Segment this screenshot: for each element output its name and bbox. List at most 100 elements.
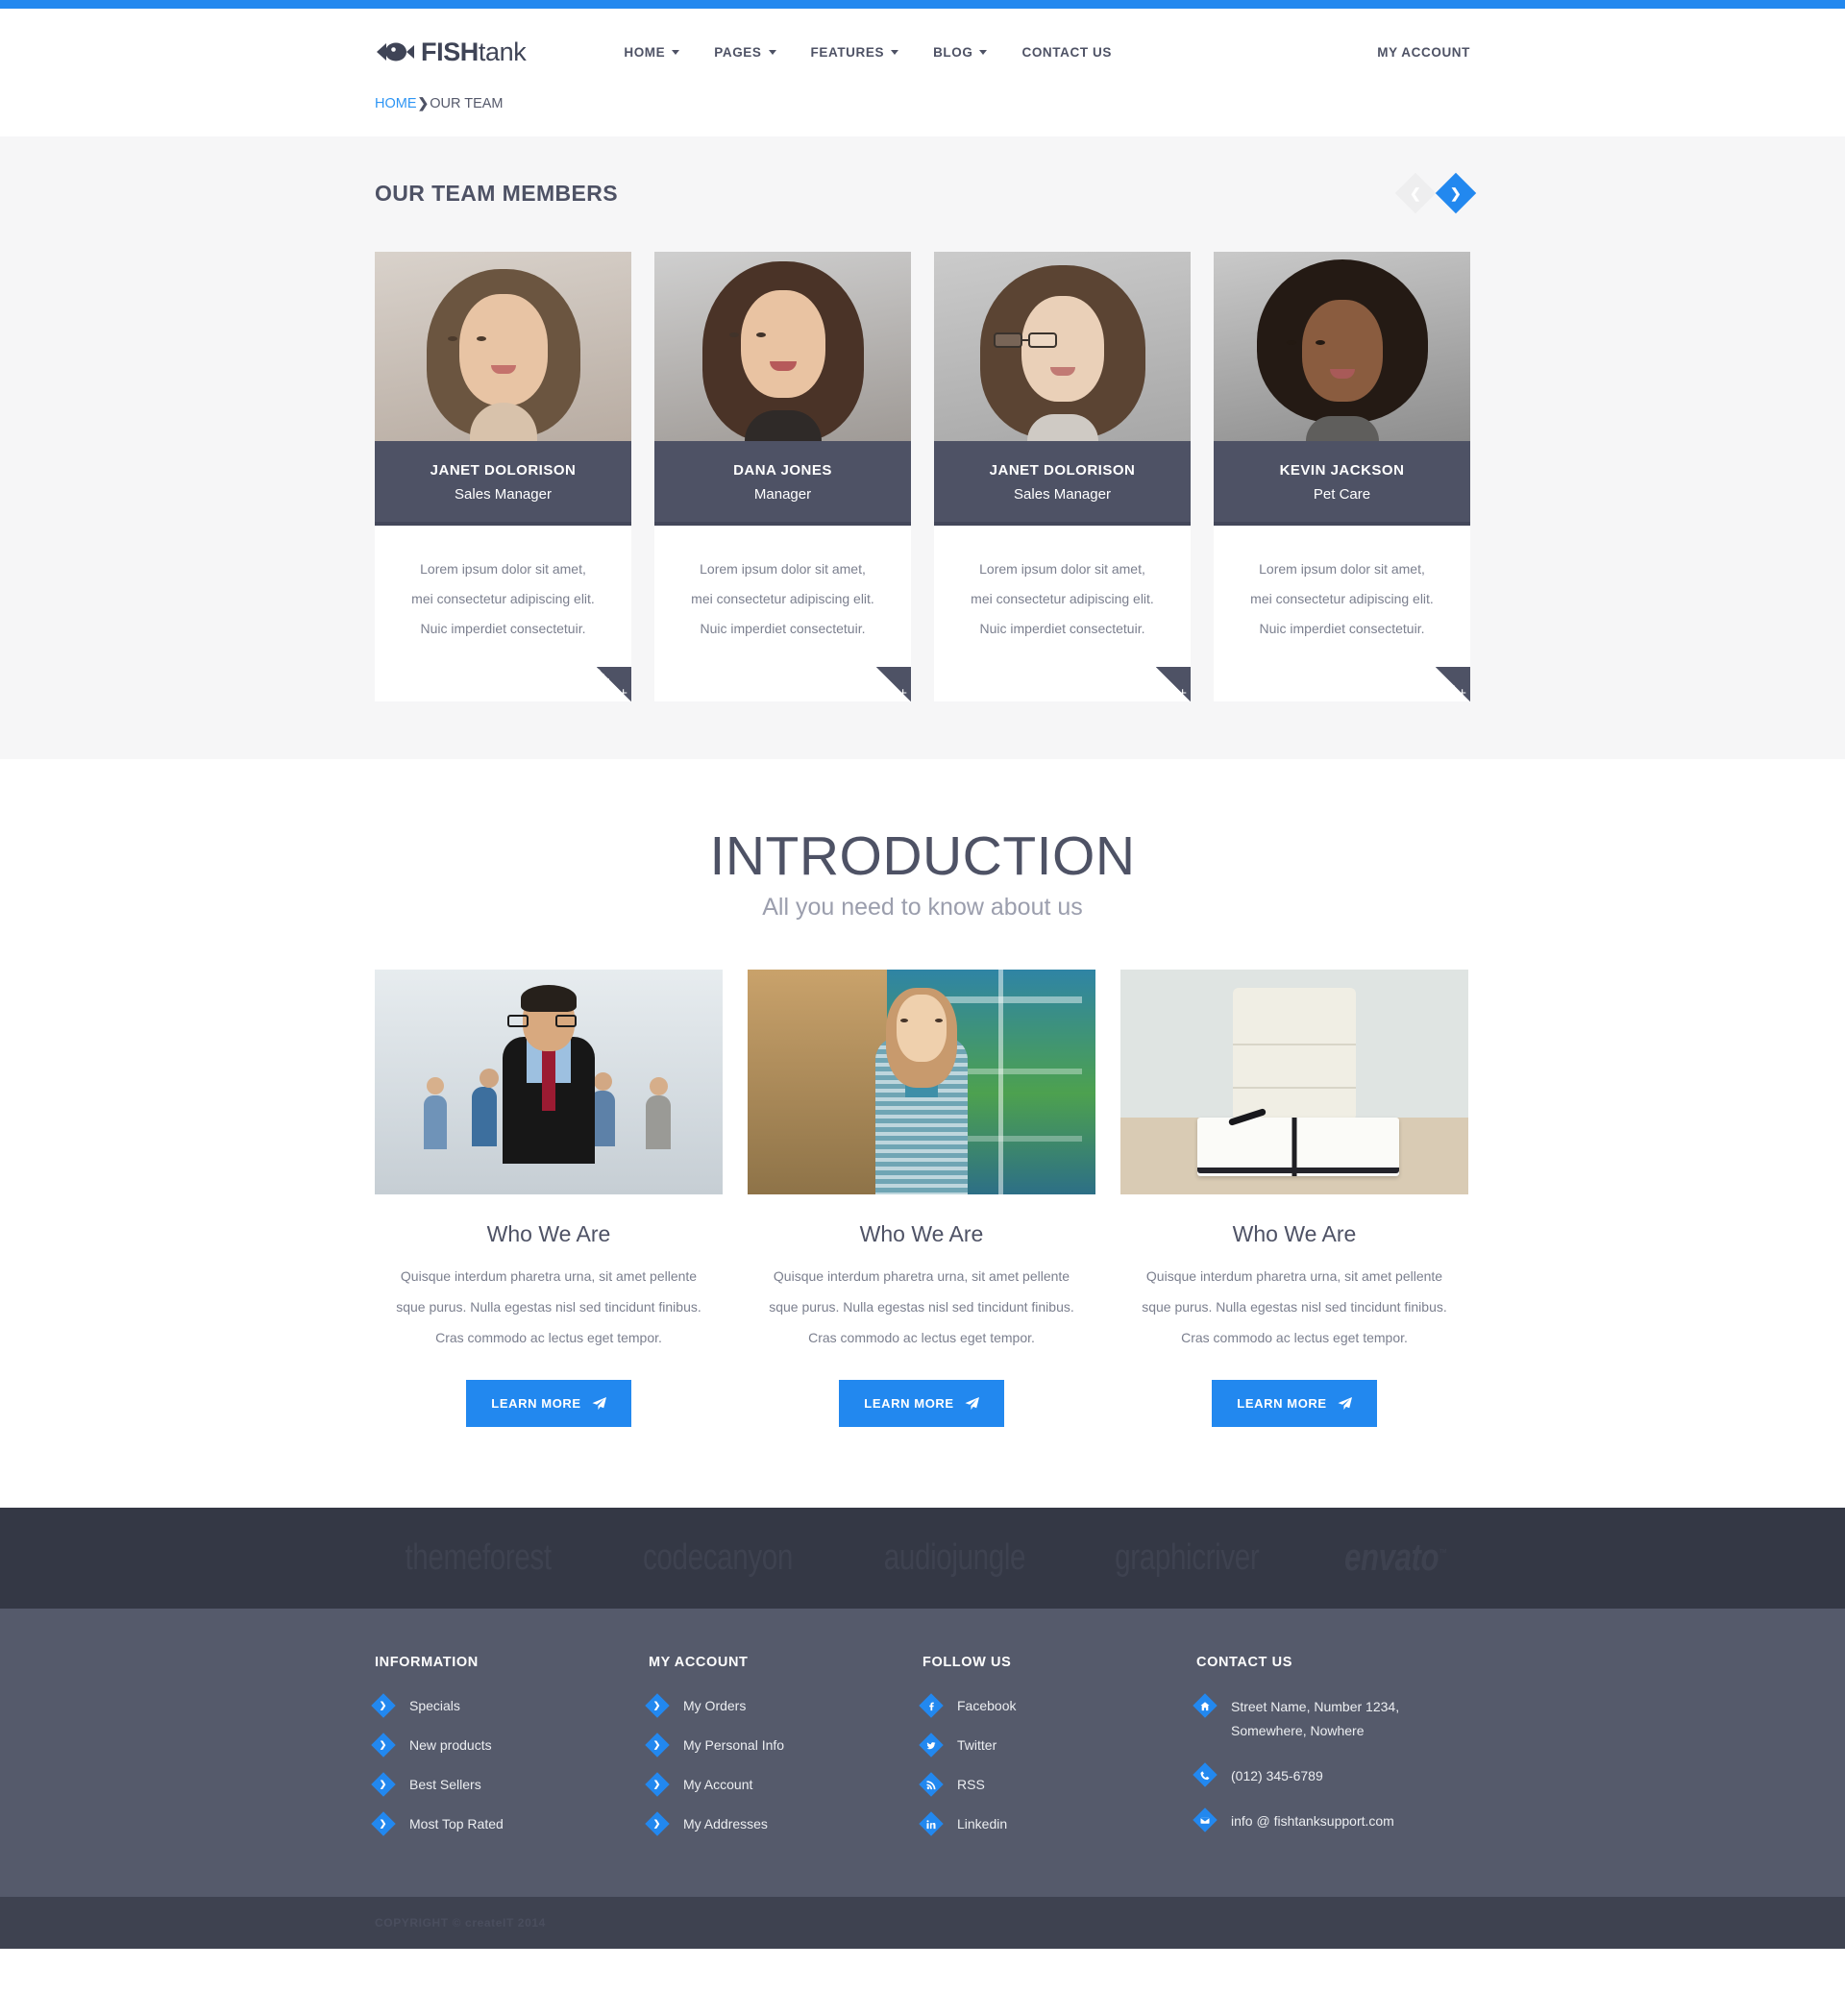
team-member-role: Manager: [753, 486, 812, 503]
team-member-photo: [934, 252, 1191, 441]
footer-contact-label: Street Name, Number 1234, Somewhere, Now…: [1231, 1698, 1400, 1738]
footer-column-title: FOLLOW US: [922, 1654, 1012, 1670]
brand-logo-themeforest[interactable]: themeforest: [405, 1537, 552, 1579]
team-member-card[interactable]: JANET DOLORISON Sales Manager Lorem ipsu…: [375, 252, 631, 701]
brand-logo-codecanyon[interactable]: codecanyon: [643, 1537, 793, 1579]
footer-link-best-sellers[interactable]: ❯ Best Sellers: [371, 1772, 649, 1797]
team-member-name: DANA JONES: [733, 462, 832, 479]
main-navigation: HOME PAGES FEATURES BLOG CONTACT US: [606, 45, 1129, 60]
nav-item-home[interactable]: HOME: [606, 45, 697, 60]
footer-contact-label: (012) 345-6789: [1231, 1767, 1323, 1783]
team-member-card[interactable]: JANET DOLORISON Sales Manager Lorem ipsu…: [934, 252, 1191, 701]
copyright-text: COPYRIGHT © createIT 2014: [375, 1915, 546, 1930]
team-member-bio-line2: mei consectetur adipiscing elit.: [691, 591, 874, 606]
introduction-grid: Who We Are Quisque interdum pharetra urn…: [375, 969, 1470, 1427]
footer-link-twitter[interactable]: Twitter: [919, 1733, 1196, 1758]
breadcrumb-home-link[interactable]: HOME: [375, 96, 417, 111]
introduction-column: Who We Are Quisque interdum pharetra urn…: [1120, 969, 1468, 1427]
team-member-bio-line2: mei consectetur adipiscing elit.: [1250, 591, 1434, 606]
footer-column-title: MY ACCOUNT: [649, 1654, 749, 1670]
learn-more-button[interactable]: LEARN MORE: [839, 1379, 1004, 1427]
team-member-bio-line1: Lorem ipsum dolor sit amet,: [700, 561, 866, 577]
learn-more-button[interactable]: LEARN MORE: [1212, 1379, 1377, 1427]
team-member-name: JANET DOLORISON: [989, 462, 1136, 479]
team-member-expand-button[interactable]: +: [876, 667, 911, 701]
footer-link-label: Facebook: [957, 1697, 1017, 1713]
footer-link-linkedin[interactable]: Linkedin: [919, 1811, 1196, 1836]
footer-link-label: My Account: [683, 1776, 753, 1792]
site-header: FISHtank HOME PAGES FEATURES BLOG CONTAC…: [0, 9, 1845, 95]
footer-link-my-orders[interactable]: ❯ My Orders: [645, 1693, 922, 1718]
footer-link-label: New products: [409, 1736, 492, 1753]
team-carousel-controls: ❮ ❯: [1394, 172, 1477, 214]
footer-link-my-personal-info[interactable]: ❯ My Personal Info: [645, 1733, 922, 1758]
site-logo[interactable]: FISHtank: [375, 37, 527, 67]
team-member-bio: Lorem ipsum dolor sit amet, mei consecte…: [375, 526, 631, 701]
nav-item-contact-us[interactable]: CONTACT US: [1004, 45, 1129, 60]
footer-contact-address: Street Name, Number 1234, Somewhere, Now…: [1193, 1693, 1470, 1743]
footer-link-my-addresses[interactable]: ❯ My Addresses: [645, 1811, 922, 1836]
nav-item-pages-label: PAGES: [714, 44, 762, 60]
chevron-down-icon: [979, 49, 988, 55]
footer-link-rss[interactable]: RSS: [919, 1772, 1196, 1797]
introduction-paragraph: Quisque interdum pharetra urna, sit amet…: [1120, 1261, 1468, 1353]
introduction-line3: Cras commodo ac lectus eget tempor.: [435, 1329, 662, 1345]
team-member-expand-button[interactable]: +: [1156, 667, 1191, 701]
brand-logo-audiojungle[interactable]: audiojungle: [883, 1537, 1025, 1579]
team-member-card[interactable]: DANA JONES Manager Lorem ipsum dolor sit…: [654, 252, 911, 701]
learn-more-button-label: LEARN MORE: [1237, 1395, 1327, 1411]
rss-icon: [919, 1772, 944, 1797]
footer-column-title: CONTACT US: [1196, 1654, 1292, 1670]
team-member-expand-button[interactable]: +: [597, 667, 631, 701]
introduction-line1: Quisque interdum pharetra urna, sit amet…: [1145, 1267, 1443, 1284]
copyright-bar: COPYRIGHT © createIT 2014: [0, 1896, 1845, 1949]
nav-item-pages[interactable]: PAGES: [697, 45, 793, 60]
chevron-right-icon: ❯: [371, 1772, 396, 1797]
footer-contact-label: info @ fishtanksupport.com: [1231, 1812, 1394, 1829]
team-member-expand-button[interactable]: +: [1436, 667, 1470, 701]
footer-link-specials[interactable]: ❯ Specials: [371, 1693, 649, 1718]
team-member-band: JANET DOLORISON Sales Manager: [934, 441, 1191, 526]
breadcrumb-bar: HOME ❯ OUR TEAM: [0, 95, 1845, 136]
team-member-card[interactable]: KEVIN JACKSON Pet Care Lorem ipsum dolor…: [1214, 252, 1470, 701]
my-account-link[interactable]: MY ACCOUNT: [1377, 45, 1470, 60]
phone-icon: [1193, 1762, 1218, 1787]
footer-link-facebook[interactable]: Facebook: [919, 1693, 1196, 1718]
logo-text-light: tank: [478, 37, 527, 66]
chevron-right-icon: ❯: [371, 1733, 396, 1758]
footer-contact-phone: (012) 345-6789: [1193, 1762, 1470, 1788]
brand-logo-envato[interactable]: envato™: [1343, 1536, 1447, 1580]
team-member-bio: Lorem ipsum dolor sit amet, mei consecte…: [1214, 526, 1470, 701]
footer-column-contact-us: CONTACT US Street Name, Number 1234, Som…: [1193, 1654, 1470, 1855]
team-member-bio-line1: Lorem ipsum dolor sit amet,: [1259, 561, 1425, 577]
carousel-next-button[interactable]: ❯: [1435, 172, 1477, 214]
footer-link-new-products[interactable]: ❯ New products: [371, 1733, 649, 1758]
introduction-line1: Quisque interdum pharetra urna, sit amet…: [773, 1267, 1070, 1284]
learn-more-button[interactable]: LEARN MORE: [466, 1379, 631, 1427]
footer-column-information: INFORMATION ❯ Specials ❯ New products ❯ …: [371, 1655, 649, 1855]
brand-logo-envato-label: envato: [1343, 1536, 1439, 1579]
chevron-down-icon: [891, 49, 899, 55]
team-member-bio-line3: Nuic imperdiet consectetuir.: [420, 621, 586, 636]
introduction-heading: Who We Are: [486, 1220, 611, 1246]
nav-item-features[interactable]: FEATURES: [794, 45, 917, 60]
footer-link-my-account[interactable]: ❯ My Account: [645, 1772, 922, 1797]
logo-text-bold: FISH: [421, 37, 479, 66]
nav-item-contact-us-label: CONTACT US: [1021, 44, 1112, 60]
team-section: OUR TEAM MEMBERS ❮ ❯ JANET DOLORISON Sal…: [0, 136, 1845, 759]
logo-text: FISHtank: [421, 37, 527, 67]
plus-icon: +: [1458, 685, 1466, 701]
footer-link-most-top-rated[interactable]: ❯ Most Top Rated: [371, 1811, 649, 1836]
team-member-bio-line3: Nuic imperdiet consectetuir.: [979, 621, 1145, 636]
team-member-photo: [375, 252, 631, 441]
introduction-column: Who We Are Quisque interdum pharetra urn…: [748, 969, 1095, 1427]
carousel-prev-button[interactable]: ❮: [1394, 172, 1437, 214]
chevron-left-icon: ❮: [1410, 184, 1421, 201]
introduction-image-desk: [1120, 969, 1468, 1194]
team-section-header: OUR TEAM MEMBERS ❮ ❯: [375, 172, 1477, 214]
chevron-right-icon: ❯: [1450, 184, 1462, 201]
team-member-bio-line1: Lorem ipsum dolor sit amet,: [420, 561, 586, 577]
brand-logo-graphicriver[interactable]: graphicriver: [1115, 1537, 1260, 1579]
nav-item-blog[interactable]: BLOG: [916, 45, 1004, 60]
introduction-line3: Cras commodo ac lectus eget tempor.: [808, 1329, 1035, 1345]
